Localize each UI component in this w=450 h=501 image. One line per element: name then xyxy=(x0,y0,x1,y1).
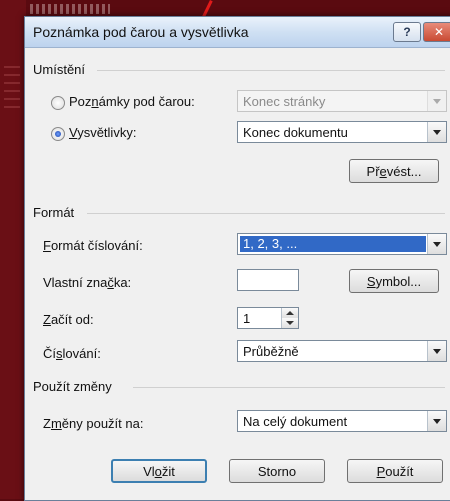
background-text xyxy=(30,4,110,14)
stepper-arrows xyxy=(281,308,298,328)
numbering-select[interactable]: Průběžně xyxy=(237,340,447,362)
convert-button[interactable]: Převést... xyxy=(349,159,439,183)
endnotes-position-select[interactable]: Konec dokumentu xyxy=(237,121,447,143)
close-button[interactable]: ✕ xyxy=(423,22,450,42)
apply-to-value: Na celý dokument xyxy=(243,414,348,429)
start-at-stepper[interactable]: 1 xyxy=(237,307,299,329)
endnotes-radio[interactable] xyxy=(51,127,65,141)
group-apply-label: Použít změny xyxy=(33,379,112,394)
footnotes-position-value: Konec stránky xyxy=(243,94,326,109)
start-at-label: Začít od: xyxy=(43,312,94,327)
close-icon: ✕ xyxy=(433,25,445,39)
group-format-divider xyxy=(87,213,445,214)
number-format-select[interactable]: 1, 2, 3, ... xyxy=(237,233,447,255)
background-text-lines xyxy=(4,60,20,114)
footnotes-radio[interactable] xyxy=(51,96,65,110)
chevron-down-icon xyxy=(427,341,446,361)
chevron-down-icon xyxy=(427,411,446,431)
dialog-title: Poznámka pod čarou a vysvětlivka xyxy=(33,24,249,40)
group-format-label: Formát xyxy=(33,205,75,220)
help-button[interactable]: ? xyxy=(393,22,421,42)
group-location-divider xyxy=(97,70,445,71)
chevron-down-icon xyxy=(427,234,446,254)
apply-button-label: Použít xyxy=(376,463,414,479)
footnotes-position-select[interactable]: Konec stránky xyxy=(237,90,447,112)
insert-button-label: Vložit xyxy=(143,463,175,479)
endnotes-position-value: Konec dokumentu xyxy=(243,125,348,140)
background-document-margin xyxy=(0,0,26,499)
apply-to-label: Změny použít na: xyxy=(43,416,144,431)
number-format-label: Formát číslování: xyxy=(43,238,143,253)
group-location-label: Umístění xyxy=(33,62,86,77)
chevron-down-icon xyxy=(427,91,446,111)
custom-mark-label: Vlastní značka: xyxy=(43,275,132,290)
convert-button-label: Převést... xyxy=(366,163,422,179)
footnotes-label: Poznámky pod čarou: xyxy=(69,94,195,109)
symbol-button-label: Symbol... xyxy=(366,273,422,289)
title-bar[interactable]: Poznámka pod čarou a vysvětlivka ? ✕ xyxy=(25,17,450,48)
numbering-value: Průběžně xyxy=(243,344,299,359)
symbol-button[interactable]: Symbol... xyxy=(349,269,439,293)
group-apply-divider xyxy=(133,387,445,388)
footnote-dialog: Poznámka pod čarou a vysvětlivka ? ✕ Umí… xyxy=(24,16,450,501)
numbering-label: Číslování: xyxy=(43,346,101,361)
start-at-value: 1 xyxy=(243,311,251,326)
chevron-down-icon xyxy=(427,122,446,142)
cancel-button[interactable]: Storno xyxy=(229,459,325,483)
stepper-down-icon[interactable] xyxy=(282,318,298,328)
number-format-value: 1, 2, 3, ... xyxy=(240,236,426,252)
insert-button[interactable]: Vložit xyxy=(111,459,207,483)
apply-to-select[interactable]: Na celý dokument xyxy=(237,410,447,432)
help-icon: ? xyxy=(403,25,411,39)
custom-mark-input[interactable] xyxy=(237,269,299,291)
endnotes-label: Vysvětlivky: xyxy=(69,125,137,140)
apply-button[interactable]: Použít xyxy=(347,459,443,483)
cancel-button-label: Storno xyxy=(257,463,297,479)
